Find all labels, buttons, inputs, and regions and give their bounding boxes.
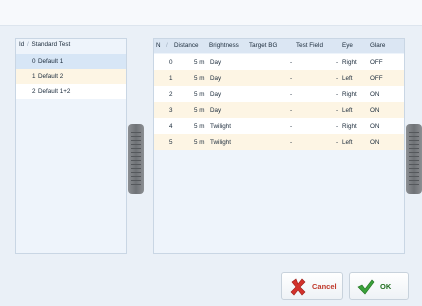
standard-test-list[interactable]: Id / Standard Test 0 Default 1 1 Default 22… bbox=[15, 38, 127, 254]
table-row[interactable]: 15 m Day - - Left OFF bbox=[154, 70, 404, 86]
column-header-test-field: Test Field bbox=[296, 42, 323, 49]
table-row[interactable]: 05 m Day - - Right OFF bbox=[154, 54, 404, 70]
column-header-brightness: Brightness bbox=[209, 42, 239, 49]
table-header: N / Distance Brightness Target BG Test F… bbox=[154, 39, 404, 53]
row-brightness: Day bbox=[210, 59, 222, 66]
row-brightness: Day bbox=[210, 75, 222, 82]
list-item[interactable]: 1 Default 2 bbox=[16, 69, 126, 84]
row-glare: ON bbox=[370, 123, 380, 130]
row-distance: 5 m bbox=[194, 91, 205, 98]
row-eye: Right bbox=[342, 59, 357, 66]
test-steps-table[interactable]: N / Distance Brightness Target BG Test F… bbox=[153, 38, 405, 254]
table-row[interactable]: 35 m Day - - Left ON bbox=[154, 102, 404, 118]
red-x-icon bbox=[290, 278, 306, 296]
column-header-target-bg: Target BG bbox=[249, 42, 278, 49]
cancel-button[interactable]: Cancel bbox=[281, 272, 343, 300]
row-glare: ON bbox=[370, 91, 380, 98]
list-item[interactable]: 0 Default 1 bbox=[16, 54, 126, 69]
row-target-bg: - bbox=[290, 59, 293, 66]
row-eye: Left bbox=[342, 75, 353, 82]
row-target-bg: - bbox=[290, 107, 293, 114]
green-check-icon bbox=[357, 279, 375, 295]
row-n: 1 bbox=[169, 75, 173, 82]
column-header-n: N bbox=[156, 42, 161, 49]
row-test-field: - bbox=[336, 107, 339, 114]
column-header-distance: Distance bbox=[174, 42, 199, 49]
row-target-bg: - bbox=[290, 139, 293, 146]
column-header-standard-test: Standard Test bbox=[31, 41, 71, 48]
row-glare: ON bbox=[370, 107, 380, 114]
row-brightness: Twilight bbox=[210, 139, 231, 146]
row-n: 4 bbox=[169, 123, 173, 130]
row-test-field: - bbox=[336, 123, 339, 130]
row-eye: Right bbox=[342, 91, 357, 98]
row-id: 0 bbox=[32, 58, 36, 65]
row-eye: Left bbox=[342, 107, 353, 114]
table-row[interactable]: 25 m Day - - Right ON bbox=[154, 86, 404, 102]
splitter-handle-left[interactable] bbox=[128, 124, 144, 194]
ok-button[interactable]: OK bbox=[349, 272, 409, 300]
row-test-field: - bbox=[336, 75, 339, 82]
row-test-field: - bbox=[336, 91, 339, 98]
row-id: 1 bbox=[32, 73, 36, 80]
row-distance: 5 m bbox=[194, 59, 205, 66]
row-name: Default 2 bbox=[38, 73, 64, 80]
row-brightness: Day bbox=[210, 91, 222, 98]
row-distance: 5 m bbox=[194, 123, 205, 130]
row-target-bg: - bbox=[290, 91, 293, 98]
row-test-field: - bbox=[336, 59, 339, 66]
row-n: 0 bbox=[169, 59, 173, 66]
row-target-bg: - bbox=[290, 123, 293, 130]
row-brightness: Day bbox=[210, 107, 222, 114]
cancel-label: Cancel bbox=[312, 282, 337, 291]
row-name: Default 1 bbox=[38, 58, 64, 65]
row-distance: 5 m bbox=[194, 107, 205, 114]
row-distance: 5 m bbox=[194, 75, 205, 82]
row-glare: OFF bbox=[370, 59, 383, 66]
row-n: 5 bbox=[169, 139, 173, 146]
table-row[interactable]: 45 m Twilight - - Right ON bbox=[154, 118, 404, 134]
list-header: Id / Standard Test bbox=[19, 41, 71, 48]
row-eye: Left bbox=[342, 139, 353, 146]
row-target-bg: - bbox=[290, 75, 293, 82]
ok-label: OK bbox=[380, 282, 392, 291]
row-n: 2 bbox=[169, 91, 173, 98]
splitter-handle-right[interactable] bbox=[406, 124, 422, 194]
row-glare: OFF bbox=[370, 75, 383, 82]
row-n: 3 bbox=[169, 107, 173, 114]
row-glare: ON bbox=[370, 139, 380, 146]
row-test-field: - bbox=[336, 139, 339, 146]
column-header-eye: Eye bbox=[342, 42, 353, 49]
row-distance: 5 m bbox=[194, 139, 205, 146]
row-id: 2 bbox=[32, 88, 36, 95]
top-bar bbox=[0, 0, 422, 26]
column-header-glare: Glare bbox=[370, 42, 386, 49]
row-brightness: Twilight bbox=[210, 123, 231, 130]
row-eye: Right bbox=[342, 123, 357, 130]
column-header-id: Id bbox=[19, 41, 25, 48]
list-item[interactable]: 2 Default 1+2 bbox=[16, 84, 126, 99]
table-row[interactable]: 55 m Twilight - - Left ON bbox=[154, 134, 404, 150]
row-name: Default 1+2 bbox=[38, 88, 71, 95]
